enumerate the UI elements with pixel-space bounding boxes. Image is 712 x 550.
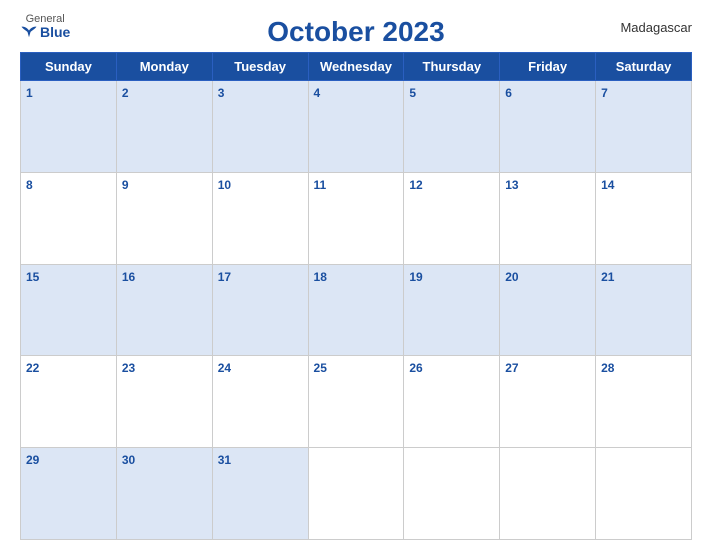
calendar-cell: 11 <box>308 172 404 264</box>
calendar-cell: 6 <box>500 81 596 173</box>
calendar-cell: 12 <box>404 172 500 264</box>
calendar-cell: 9 <box>116 172 212 264</box>
calendar-cell <box>596 448 692 540</box>
calendar-week-row: 29 30 31 <box>21 448 692 540</box>
day-number: 12 <box>409 178 422 192</box>
day-number: 29 <box>26 453 39 467</box>
header-thursday: Thursday <box>404 53 500 81</box>
day-number: 2 <box>122 86 129 100</box>
calendar-title: October 2023 <box>267 16 444 48</box>
calendar-cell: 3 <box>212 81 308 173</box>
day-number: 17 <box>218 270 231 284</box>
day-number: 11 <box>314 178 327 192</box>
calendar-cell: 22 <box>21 356 117 448</box>
calendar-cell: 27 <box>500 356 596 448</box>
country-label: Madagascar <box>620 20 692 35</box>
calendar-cell: 28 <box>596 356 692 448</box>
header-tuesday: Tuesday <box>212 53 308 81</box>
day-number: 14 <box>601 178 614 192</box>
calendar-cell <box>500 448 596 540</box>
calendar-cell: 14 <box>596 172 692 264</box>
day-number: 26 <box>409 361 422 375</box>
logo-blue: Blue <box>20 25 70 39</box>
day-number: 22 <box>26 361 39 375</box>
calendar-cell: 21 <box>596 264 692 356</box>
calendar-cell: 16 <box>116 264 212 356</box>
day-number: 3 <box>218 86 225 100</box>
calendar-cell: 31 <box>212 448 308 540</box>
calendar-cell: 2 <box>116 81 212 173</box>
day-number: 30 <box>122 453 135 467</box>
calendar-week-row: 8 9 10 11 12 13 14 <box>21 172 692 264</box>
day-number: 25 <box>314 361 327 375</box>
header-sunday: Sunday <box>21 53 117 81</box>
logo: General Blue <box>20 14 70 39</box>
day-number: 28 <box>601 361 614 375</box>
calendar-cell: 29 <box>21 448 117 540</box>
calendar-cell <box>404 448 500 540</box>
day-number: 10 <box>218 178 231 192</box>
calendar-cell: 4 <box>308 81 404 173</box>
calendar-header: General Blue October 2023 Madagascar <box>20 10 692 48</box>
calendar-cell: 23 <box>116 356 212 448</box>
calendar-cell: 25 <box>308 356 404 448</box>
day-number: 7 <box>601 86 608 100</box>
day-number: 15 <box>26 270 39 284</box>
calendar-cell: 13 <box>500 172 596 264</box>
header-wednesday: Wednesday <box>308 53 404 81</box>
header-friday: Friday <box>500 53 596 81</box>
day-number: 18 <box>314 270 327 284</box>
day-number: 19 <box>409 270 422 284</box>
calendar-cell: 1 <box>21 81 117 173</box>
calendar-week-row: 22 23 24 25 26 27 28 <box>21 356 692 448</box>
day-number: 5 <box>409 86 416 100</box>
day-number: 20 <box>505 270 518 284</box>
day-number: 4 <box>314 86 321 100</box>
header-monday: Monday <box>116 53 212 81</box>
calendar-table: Sunday Monday Tuesday Wednesday Thursday… <box>20 52 692 540</box>
day-number: 21 <box>601 270 614 284</box>
calendar-cell: 17 <box>212 264 308 356</box>
calendar-cell: 19 <box>404 264 500 356</box>
calendar-cell: 5 <box>404 81 500 173</box>
day-number: 31 <box>218 453 231 467</box>
header-saturday: Saturday <box>596 53 692 81</box>
calendar-cell: 15 <box>21 264 117 356</box>
calendar-cell: 26 <box>404 356 500 448</box>
day-number: 27 <box>505 361 518 375</box>
calendar-cell: 20 <box>500 264 596 356</box>
calendar-cell: 18 <box>308 264 404 356</box>
weekday-header-row: Sunday Monday Tuesday Wednesday Thursday… <box>21 53 692 81</box>
day-number: 1 <box>26 86 33 100</box>
calendar-cell: 8 <box>21 172 117 264</box>
day-number: 8 <box>26 178 33 192</box>
calendar-cell <box>308 448 404 540</box>
logo-bird-icon <box>20 25 38 39</box>
day-number: 6 <box>505 86 512 100</box>
day-number: 16 <box>122 270 135 284</box>
calendar-week-row: 1 2 3 4 5 6 7 <box>21 81 692 173</box>
day-number: 13 <box>505 178 518 192</box>
calendar-week-row: 15 16 17 18 19 20 21 <box>21 264 692 356</box>
calendar-cell: 7 <box>596 81 692 173</box>
day-number: 9 <box>122 178 129 192</box>
calendar-cell: 10 <box>212 172 308 264</box>
calendar-cell: 30 <box>116 448 212 540</box>
day-number: 23 <box>122 361 135 375</box>
day-number: 24 <box>218 361 231 375</box>
calendar-cell: 24 <box>212 356 308 448</box>
